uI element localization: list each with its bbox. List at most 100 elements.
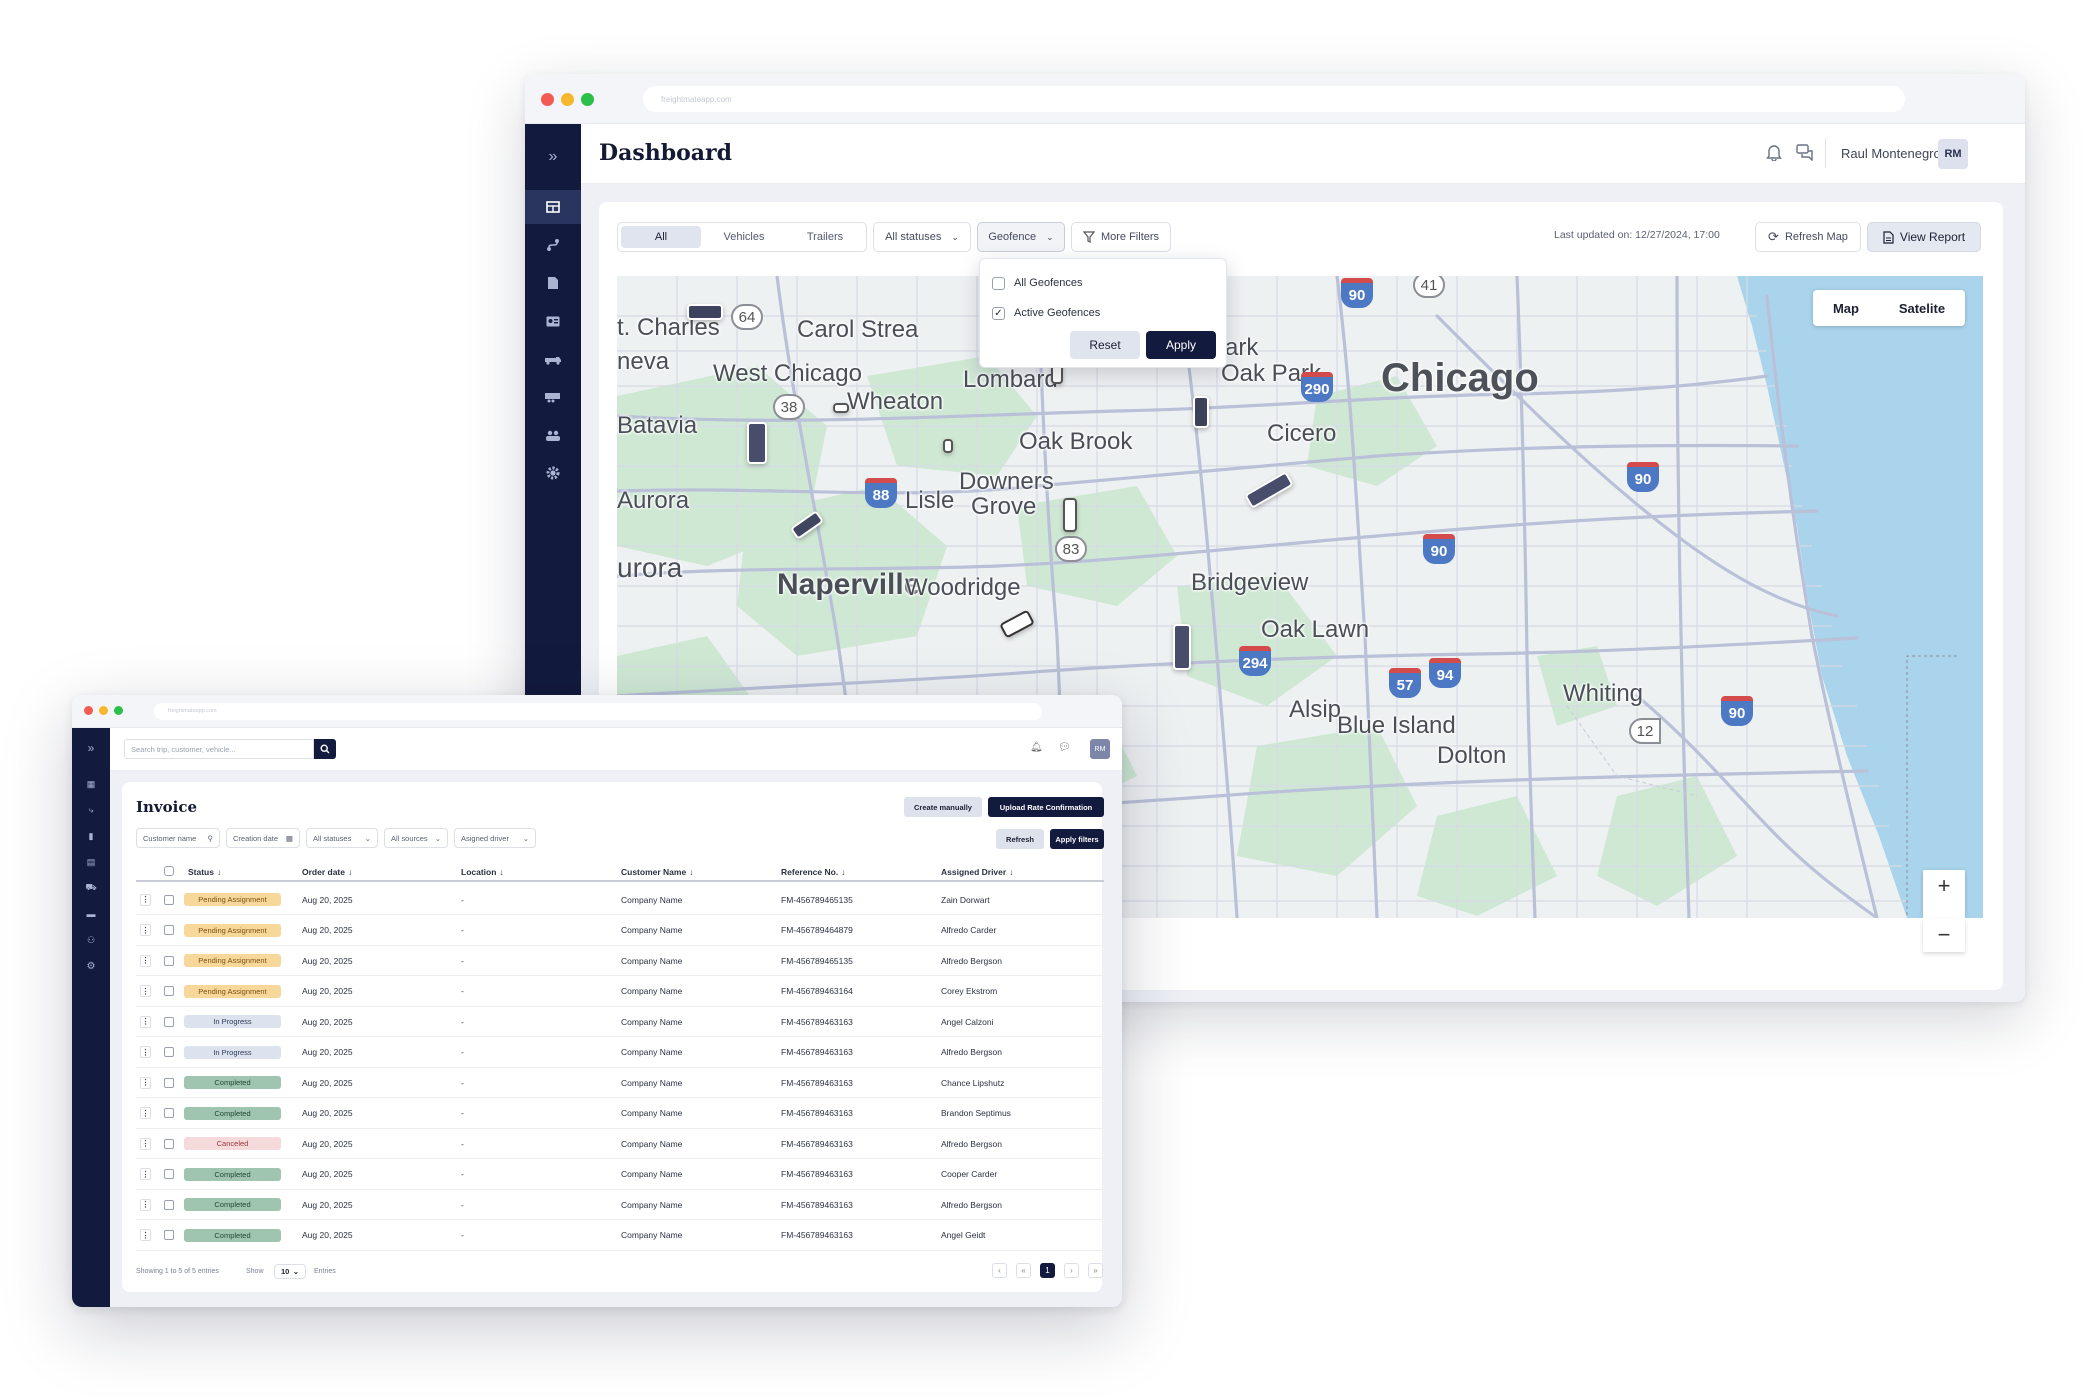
tab-all[interactable]: All [621, 226, 701, 248]
table-row[interactable]: ⋮ Pending Assignment Aug 20, 2025 - Company … [136, 976, 1104, 1007]
geofence-filter-select[interactable]: Geofence ⌄ [977, 222, 1065, 252]
tab-trailers[interactable]: Trailers [785, 226, 865, 248]
maximize-dot[interactable] [114, 706, 123, 715]
row-checkbox[interactable] [164, 1220, 174, 1251]
table-row[interactable]: ⋮ Canceled Aug 20, 2025 - Company Name FM-456… [136, 1128, 1104, 1159]
column-header-location[interactable]: Location ↓ [461, 867, 504, 877]
row-checkbox[interactable] [164, 945, 174, 976]
settings-nav-icon[interactable] [525, 456, 581, 490]
last-page-button[interactable]: » [1088, 1263, 1103, 1278]
close-dot[interactable] [84, 706, 93, 715]
row-checkbox[interactable] [164, 915, 174, 946]
row-actions-menu-icon[interactable]: ⋮ [140, 976, 151, 1007]
table-row[interactable]: ⋮ Completed Aug 20, 2025 - Company Name FM-45… [136, 1067, 1104, 1098]
documents-nav-icon[interactable] [525, 266, 581, 300]
row-checkbox[interactable] [164, 1067, 174, 1098]
table-row[interactable]: ⋮ Pending Assignment Aug 20, 2025 - Company … [136, 884, 1104, 915]
table-row[interactable]: ⋮ In Progress Aug 20, 2025 - Company Name FM-… [136, 1037, 1104, 1068]
team-nav-icon[interactable]: ⚇ [72, 931, 110, 949]
select-all-checkbox[interactable] [164, 866, 174, 876]
tab-vehicles[interactable]: Vehicles [704, 226, 784, 248]
team-nav-icon[interactable] [525, 418, 581, 452]
row-actions-menu-icon[interactable]: ⋮ [140, 1189, 151, 1220]
status-filter-select[interactable]: All statuses ⌄ [873, 222, 971, 252]
routes-nav-icon[interactable] [525, 228, 581, 262]
maximize-dot[interactable] [581, 93, 594, 106]
vehicle-marker[interactable] [943, 439, 953, 453]
dashboard-nav-icon[interactable] [525, 190, 581, 224]
search-input[interactable]: Search trip, customer, vehicle... [124, 739, 314, 759]
messages-icon[interactable] [1796, 144, 1814, 161]
vehicle-marker[interactable] [747, 422, 767, 464]
apply-button[interactable]: Apply [1146, 331, 1216, 359]
vehicle-marker[interactable] [1063, 498, 1077, 532]
column-header-status[interactable]: Status ↓ [188, 867, 221, 877]
table-row[interactable]: ⋮ Completed Aug 20, 2025 - Company Name FM-45… [136, 1220, 1104, 1251]
notifications-bell-icon[interactable]: 🔔︎ [1030, 742, 1043, 753]
column-header-assigned-driver[interactable]: Assigned Driver ↓ [941, 867, 1013, 877]
settings-nav-icon[interactable]: ⚙ [72, 957, 110, 975]
row-checkbox[interactable] [164, 1037, 174, 1068]
address-bar[interactable]: freightmateapp.com [643, 86, 1905, 112]
row-actions-menu-icon[interactable]: ⋮ [140, 884, 151, 915]
row-checkbox[interactable] [164, 884, 174, 915]
table-row[interactable]: ⋮ Pending Assignment Aug 20, 2025 - Company … [136, 915, 1104, 946]
table-row[interactable]: ⋮ Completed Aug 20, 2025 - Company Name FM-45… [136, 1159, 1104, 1190]
avatar[interactable]: RM [1938, 139, 1968, 169]
search-button[interactable] [314, 739, 336, 759]
row-actions-menu-icon[interactable]: ⋮ [140, 915, 151, 946]
row-checkbox[interactable] [164, 1128, 174, 1159]
creation-date-filter[interactable]: Creation date ▦ [226, 828, 300, 848]
reset-button[interactable]: Reset [1070, 331, 1140, 359]
vehicle-marker[interactable] [1173, 624, 1191, 670]
column-header-customer-name[interactable]: Customer Name ↓ [621, 867, 693, 877]
address-bar[interactable]: freightmateapp.com [154, 703, 1042, 720]
all-geofences-label[interactable]: All Geofences [1014, 277, 1082, 289]
minimize-dot[interactable] [561, 93, 574, 106]
active-geofences-label[interactable]: Active Geofences [1014, 307, 1100, 319]
row-checkbox[interactable] [164, 1006, 174, 1037]
map-view-option[interactable]: Map [1833, 301, 1859, 316]
prev-page-button[interactable]: ‹ [992, 1263, 1007, 1278]
create-manually-button[interactable]: Create manually [904, 797, 982, 817]
minimize-dot[interactable] [99, 706, 108, 715]
current-page-button[interactable]: 1 [1040, 1263, 1055, 1278]
expand-sidebar-icon[interactable]: » [525, 136, 581, 178]
more-filters-button[interactable]: More Filters [1071, 222, 1171, 252]
user-name[interactable]: Raul Montenegro [1841, 146, 1941, 161]
refresh-map-button[interactable]: ⟳ Refresh Map [1755, 222, 1861, 252]
column-header-reference-no[interactable]: Reference No. ↓ [781, 867, 845, 877]
next-page-button[interactable]: › [1064, 1263, 1079, 1278]
avatar[interactable]: RM [1090, 739, 1110, 759]
row-actions-menu-icon[interactable]: ⋮ [140, 945, 151, 976]
customer-name-filter[interactable]: Customer name ⚲ [136, 828, 220, 848]
routes-nav-icon[interactable]: ⤷ [72, 801, 110, 819]
table-row[interactable]: ⋮ Pending Assignment Aug 20, 2025 - Company … [136, 945, 1104, 976]
trucks-nav-icon[interactable] [525, 342, 581, 376]
table-row[interactable]: ⋮ Completed Aug 20, 2025 - Company Name FM-45… [136, 1189, 1104, 1220]
row-actions-menu-icon[interactable]: ⋮ [140, 1067, 151, 1098]
row-checkbox[interactable] [164, 1189, 174, 1220]
table-row[interactable]: ⋮ In Progress Aug 20, 2025 - Company Name FM-… [136, 1006, 1104, 1037]
row-actions-menu-icon[interactable]: ⋮ [140, 1098, 151, 1129]
vehicle-marker[interactable] [1193, 396, 1209, 428]
satellite-view-option[interactable]: Satelite [1899, 301, 1945, 316]
drivers-nav-icon[interactable]: ▤ [72, 853, 110, 871]
dashboard-nav-icon[interactable]: ▦ [72, 775, 110, 793]
column-header-order-date[interactable]: Order date ↓ [302, 867, 352, 877]
trucks-nav-icon[interactable]: ⛟ [72, 879, 110, 897]
row-checkbox[interactable] [164, 1159, 174, 1190]
view-report-button[interactable]: View Report [1867, 222, 1981, 252]
vehicle-marker[interactable] [687, 304, 723, 320]
documents-nav-icon[interactable]: ▮ [72, 827, 110, 845]
vehicle-marker[interactable] [833, 403, 849, 413]
trailers-nav-icon[interactable]: ▬ [72, 905, 110, 923]
sources-filter[interactable]: All sources ⌄ [384, 828, 448, 848]
table-row[interactable]: ⋮ Completed Aug 20, 2025 - Company Name FM-45… [136, 1098, 1104, 1129]
row-checkbox[interactable] [164, 976, 174, 1007]
apply-filters-button[interactable]: Apply filters [1050, 829, 1104, 849]
status-filter[interactable]: All statuses ⌄ [306, 828, 378, 848]
messages-icon[interactable]: 💬︎ [1058, 742, 1071, 753]
row-actions-menu-icon[interactable]: ⋮ [140, 1037, 151, 1068]
refresh-button[interactable]: Refresh [996, 829, 1044, 849]
